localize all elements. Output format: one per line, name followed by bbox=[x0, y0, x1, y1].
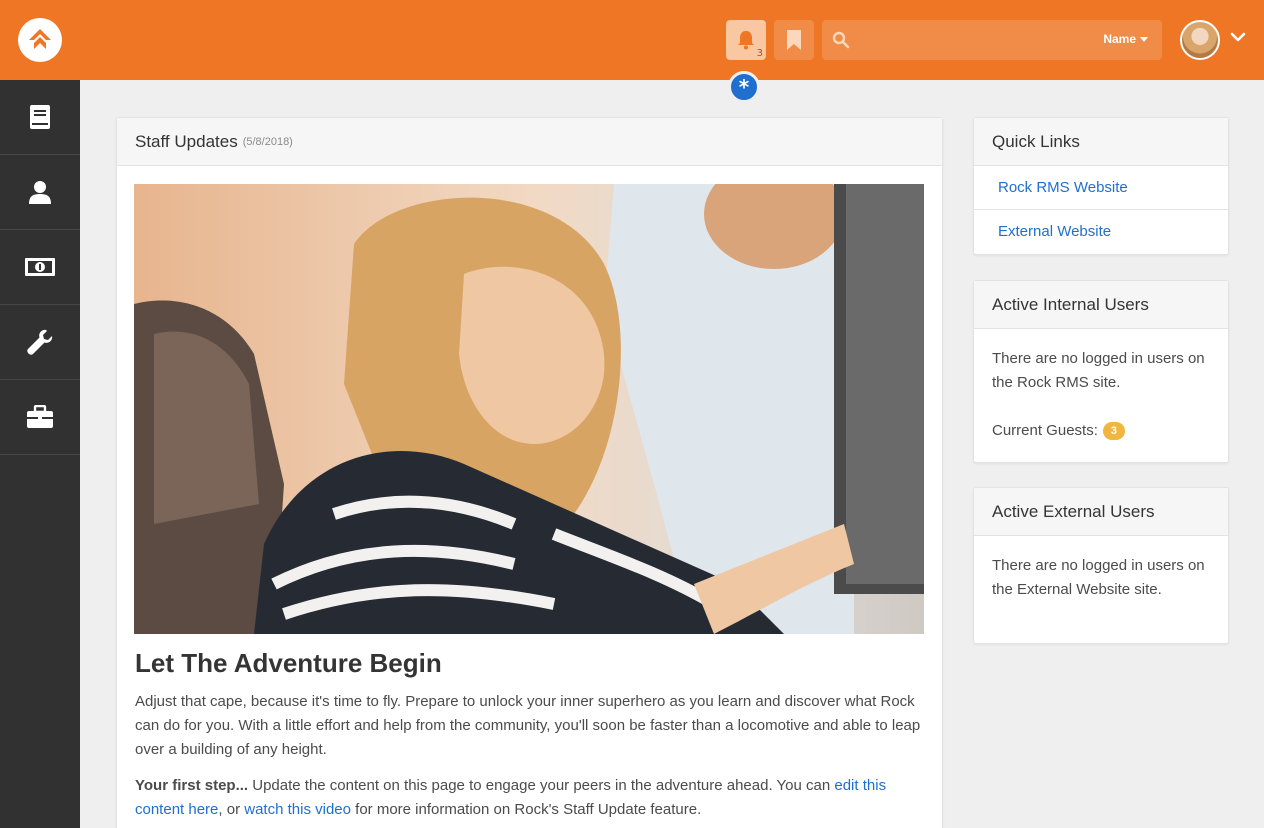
no-users-message: There are no logged in users on the Rock… bbox=[992, 350, 1205, 391]
top-bar: 3 Name bbox=[0, 0, 1264, 80]
panel-heading: Active External Users bbox=[974, 488, 1228, 536]
hero-image bbox=[134, 184, 924, 634]
wrench-icon bbox=[27, 329, 53, 355]
active-internal-users-panel: Active Internal Users There are no logge… bbox=[973, 280, 1229, 463]
no-users-message: There are no logged in users on the Exte… bbox=[992, 557, 1205, 598]
chevron-down-icon[interactable] bbox=[1230, 32, 1246, 42]
quick-link-external[interactable]: External Website bbox=[974, 210, 1228, 254]
watch-video-link[interactable]: watch this video bbox=[244, 801, 351, 818]
bell-icon bbox=[738, 31, 754, 50]
article-text: Update the content on this page to engag… bbox=[248, 777, 835, 794]
panel-heading: Active Internal Users bbox=[974, 281, 1228, 329]
panel-body: There are no logged in users on the Rock… bbox=[974, 329, 1228, 461]
current-guests: Current Guests: 3 bbox=[992, 419, 1210, 443]
money-icon bbox=[25, 258, 55, 276]
panel-heading: Staff Updates (5/8/2018) bbox=[117, 118, 942, 166]
panel-title: Active External Users bbox=[992, 501, 1155, 521]
article-text: for more information on Rock's Staff Upd… bbox=[350, 801, 702, 818]
caret-down-icon bbox=[1140, 36, 1148, 42]
sidebar-item-person[interactable] bbox=[0, 155, 80, 230]
staff-updates-panel: Staff Updates (5/8/2018) Let The Adventu… bbox=[116, 117, 943, 828]
search-icon bbox=[832, 31, 850, 49]
post-date: (5/8/2018) bbox=[242, 135, 293, 148]
asterisk-icon: * bbox=[738, 75, 750, 99]
guests-label: Current Guests: bbox=[992, 422, 1098, 439]
bookmark-button[interactable] bbox=[774, 20, 814, 60]
quick-links-panel: Quick Links Rock RMS Website External We… bbox=[973, 117, 1229, 255]
article-title: Let The Adventure Begin bbox=[135, 648, 442, 678]
notifications-button[interactable]: 3 bbox=[726, 20, 766, 60]
panel-body: There are no logged in users on the Exte… bbox=[974, 536, 1228, 620]
sidebar-item-book[interactable] bbox=[0, 80, 80, 155]
briefcase-icon bbox=[27, 405, 53, 428]
sidebar-item-admin-tools[interactable] bbox=[0, 305, 80, 380]
panel-title: Active Internal Users bbox=[992, 294, 1149, 314]
article-body: Adjust that cape, because it's time to f… bbox=[135, 690, 925, 828]
rock-logo-icon[interactable] bbox=[18, 18, 62, 62]
sidebar-item-finance[interactable] bbox=[0, 230, 80, 305]
quick-link-rock-rms[interactable]: Rock RMS Website bbox=[974, 166, 1228, 210]
article-text: , or bbox=[218, 801, 245, 818]
active-external-users-panel: Active External Users There are no logge… bbox=[973, 487, 1229, 644]
search-filter-dropdown[interactable]: Name bbox=[1103, 32, 1148, 46]
panel-heading: Quick Links bbox=[974, 118, 1228, 166]
search-input[interactable] bbox=[858, 26, 1078, 54]
article-paragraph: Adjust that cape, because it's time to f… bbox=[135, 693, 921, 758]
sidebar-item-tools[interactable] bbox=[0, 380, 80, 455]
person-icon bbox=[29, 181, 51, 204]
admin-toolbar-button[interactable]: * bbox=[728, 71, 760, 103]
article-paragraph: Your first step... Update the content on… bbox=[135, 774, 925, 822]
book-icon bbox=[30, 105, 50, 129]
notification-count: 3 bbox=[756, 48, 763, 59]
bookmark-icon bbox=[787, 30, 801, 50]
search-filter-label: Name bbox=[1103, 32, 1136, 46]
sidebar bbox=[0, 80, 80, 828]
first-step-label: Your first step... bbox=[135, 777, 249, 794]
panel-title: Quick Links bbox=[992, 131, 1080, 151]
guests-count-badge: 3 bbox=[1102, 422, 1125, 440]
panel-title: Staff Updates bbox=[135, 131, 238, 151]
search-bar: Name bbox=[822, 20, 1162, 60]
avatar[interactable] bbox=[1180, 20, 1220, 60]
